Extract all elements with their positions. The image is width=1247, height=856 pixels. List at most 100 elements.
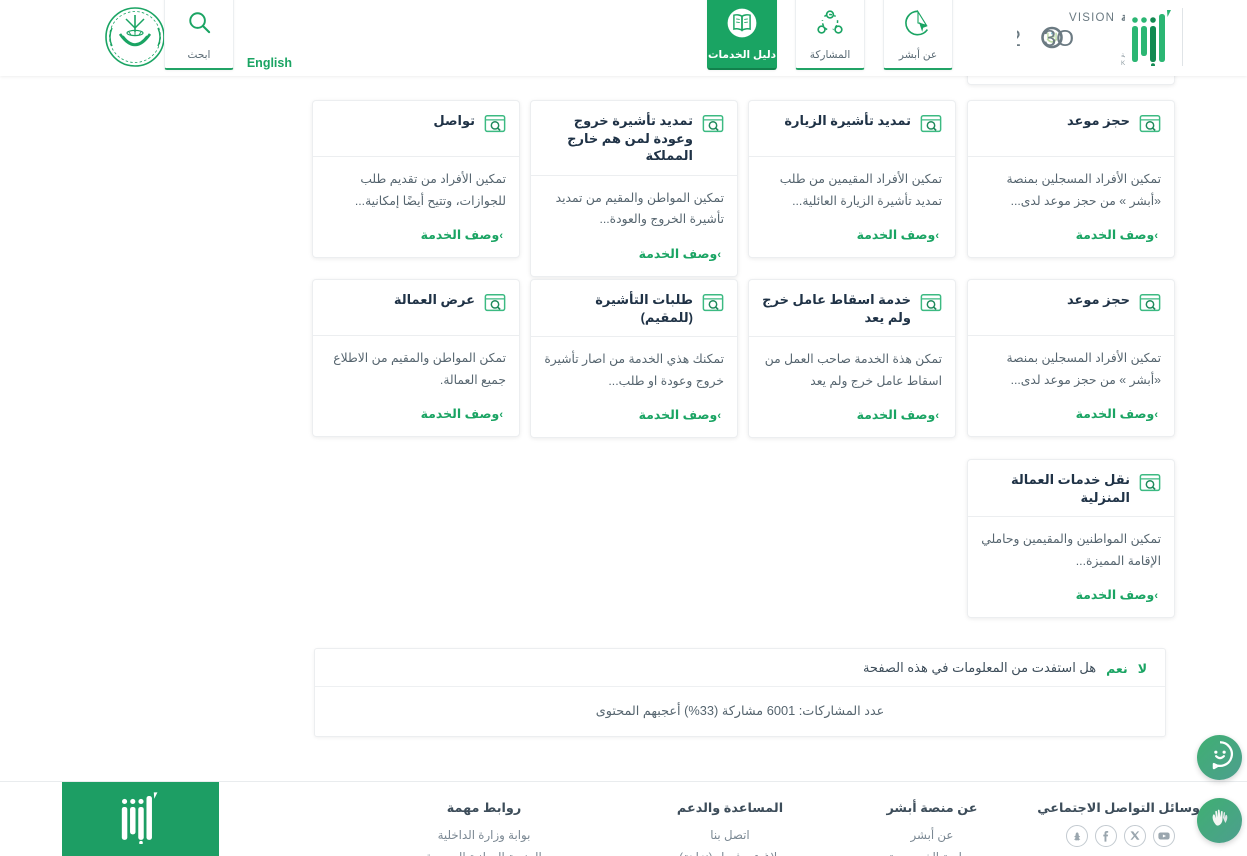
svg-text:VISION: VISION — [1069, 12, 1115, 24]
footer-column-help-support: المساعدة والدعم اتصل بنا بلاغ عن فساد (ن… — [660, 800, 800, 856]
service-description-link[interactable]: ›وصف الخدمة — [639, 247, 724, 261]
card-title: طلبات التأشيرة (للمقيم) — [595, 292, 693, 325]
service-description-link[interactable]: ›وصف الخدمة — [857, 228, 942, 242]
service-description-link[interactable]: ›وصف الخدمة — [1076, 228, 1161, 242]
chatbot-smiley-icon — [1204, 739, 1236, 776]
social-media-icons — [1040, 825, 1200, 847]
card-body: تمكين المواطن والمقيم من تمديد تأشيرة ال… — [531, 176, 737, 235]
service-card-extend-exit-reentry-abroad[interactable]: تمديد تأشيرة خروج وعودة لمن هم خارج المم… — [530, 100, 738, 277]
footer-column-title: عن منصة أبشر — [886, 800, 978, 815]
service-card-visa-requests-resident[interactable]: طلبات التأشيرة (للمقيم) تمكنك هذي الخدمة… — [530, 279, 738, 439]
card-link-wrap: ›وصف الخدمة — [313, 216, 519, 257]
survey-stats-text: عدد المشاركات: 6001 مشاركة (33%) أعجبهم … — [595, 703, 885, 718]
card-body: تمكين الأفراد المقيمين من طلب تمديد تأشي… — [749, 157, 955, 216]
service-card-drop-absent-worker[interactable]: خدمة اسقاط عامل خرج ولم يعد تمكن هذة الخ… — [748, 279, 956, 439]
nav-tab-about-absher-label: عن أبشر — [898, 49, 938, 62]
service-description-link[interactable]: ›وصف الخدمة — [639, 408, 724, 422]
window-search-icon — [1139, 472, 1161, 494]
site-header: ابحث English دليل الخدمات المشاركة عن أب… — [0, 0, 1247, 76]
absher-wordmark-logo — [1131, 8, 1183, 68]
chevron-left-icon: › — [1154, 409, 1158, 422]
nav-tab-services-guide[interactable]: دليل الخدمات — [707, 0, 777, 70]
card-link-wrap: ›وصف الخدمة — [968, 576, 1174, 617]
x-twitter-icon[interactable] — [1123, 825, 1146, 847]
nav-tab-participation[interactable]: المشاركة — [795, 0, 865, 70]
card-title: حجز موعد — [1066, 113, 1130, 128]
service-card-extend-visit-visa[interactable]: تمديد تأشيرة الزيارة تمكين الأفراد المقي… — [748, 100, 956, 259]
window-search-icon — [1139, 292, 1161, 314]
share-nodes-icon — [796, 0, 864, 50]
service-description-link[interactable]: ›وصف الخدمة — [421, 407, 506, 421]
service-card-transfer-domestic-labor[interactable]: نقل خدمات العمالة المنزلية تمكين المواطن… — [967, 459, 1175, 619]
chevron-left-icon: › — [499, 230, 503, 243]
footer-link[interactable]: المنصة الوطنية الموحدة — [414, 847, 554, 856]
card-link-wrap: ›وصف الخدمة — [749, 216, 955, 257]
absher-wordmark-logo-white — [120, 790, 162, 849]
service-card-appointment-booking-2[interactable]: حجز موعد تمكين الأفراد المسجلين بمنصة «أ… — [967, 279, 1175, 438]
card-header: تواصل — [313, 101, 519, 157]
card-body: تمكن المواطن والمقيم من الاطلاع جميع الع… — [313, 336, 519, 395]
search-tab[interactable]: ابحث — [164, 0, 234, 70]
footer-link[interactable]: بوابة وزارة الداخلية — [414, 825, 554, 847]
sign-language-fab[interactable]: لغة الإشارة — [1197, 798, 1242, 843]
youtube-icon[interactable] — [1152, 825, 1175, 847]
footer-absher-logo-block — [62, 782, 219, 856]
card-body: تمكين الأفراد المسجلين بمنصة «أبشر » من … — [968, 157, 1174, 216]
service-description-link[interactable]: ›وصف الخدمة — [1076, 588, 1161, 602]
chevron-left-icon: › — [717, 248, 721, 261]
window-search-icon — [484, 292, 506, 314]
chevron-left-icon: › — [935, 410, 939, 423]
service-description-link[interactable]: ›وصف الخدمة — [1076, 407, 1161, 421]
survey-yes-button[interactable]: نعم — [1106, 661, 1128, 676]
card-link-wrap: ›وصف الخدمة — [968, 395, 1174, 436]
card-description: تمكين الأفراد المقيمين من طلب تمديد تأشي… — [779, 172, 942, 208]
window-search-icon — [702, 292, 724, 314]
chevron-left-icon: › — [1154, 230, 1158, 243]
card-link-wrap: ›وصف الخدمة — [313, 395, 519, 436]
footer-column-about-absher: عن منصة أبشر عن أبشر سياسة الخصوصية — [862, 800, 1002, 856]
card-header: تمديد تأشيرة خروج وعودة لمن هم خارج المم… — [531, 101, 737, 176]
sign-language-hands-icon — [1206, 804, 1234, 837]
footer-link[interactable]: اتصل بنا — [660, 825, 800, 847]
vision-2030-logo: رؤيــــة VISION 2 3O المملكة العربية الس… — [1008, 6, 1206, 68]
footer-column-title: المساعدة والدعم — [676, 800, 784, 815]
service-card-appointment-booking[interactable]: حجز موعد تمكين الأفراد المسجلين بمنصة «أ… — [967, 100, 1175, 259]
svg-text:KINGDOM OF SAUDI ARABIA: KINGDOM OF SAUDI ARABIA — [1121, 60, 1125, 67]
service-description-link[interactable]: ›وصف الخدمة — [857, 408, 942, 422]
window-search-icon — [1139, 113, 1161, 135]
snapchat-icon[interactable] — [1065, 825, 1088, 847]
chevron-left-icon: › — [499, 409, 503, 422]
search-icon — [165, 0, 233, 50]
card-header: نقل خدمات العمالة المنزلية — [968, 460, 1174, 518]
search-tab-label: ابحث — [187, 49, 211, 62]
card-description: تمكن المواطن والمقيم من الاطلاع جميع الع… — [333, 351, 506, 387]
chevron-left-icon: › — [1154, 590, 1158, 603]
service-description-link[interactable]: ›وصف الخدمة — [421, 228, 506, 242]
card-title: خدمة اسقاط عامل خرج ولم يعد — [762, 292, 911, 325]
footer-link[interactable]: سياسة الخصوصية — [862, 847, 1002, 856]
saudi-ministry-interior-emblem — [104, 6, 166, 68]
language-switch-english[interactable]: English — [247, 56, 292, 70]
card-body: تمكين الأفراد المسجلين بمنصة «أبشر » من … — [968, 336, 1174, 395]
window-search-icon — [702, 113, 724, 135]
footer-column-title: روابط مهمة — [446, 800, 522, 815]
footer-link[interactable]: عن أبشر — [862, 825, 1002, 847]
svg-text:3O: 3O — [1043, 25, 1074, 51]
service-card-communicate[interactable]: تواصل تمكين الأفراد من تقديم طلب للجوازا… — [312, 100, 520, 259]
card-header: خدمة اسقاط عامل خرج ولم يعد — [749, 280, 955, 338]
facebook-icon[interactable] — [1094, 825, 1117, 847]
card-title: عرض العمالة — [393, 292, 475, 307]
footer-column-title: وسائل التواصل الاجتماعي — [1037, 800, 1200, 815]
card-description: تمكين المواطنين والمقيمين وحاملي الإقامة… — [981, 532, 1161, 568]
footer-link[interactable]: بلاغ عن فساد (نزاهة) — [660, 847, 800, 856]
card-header: تمديد تأشيرة الزيارة — [749, 101, 955, 157]
card-description: تمكين المواطن والمقيم من تمديد تأشيرة ال… — [555, 190, 724, 227]
survey-no-button[interactable]: لا — [1138, 661, 1147, 676]
card-body: تمكنك هذي الخدمة من اصار تأشيرة خروج وعو… — [531, 337, 737, 396]
card-header: عرض العمالة — [313, 280, 519, 336]
site-footer: وسائل التواصل الاجتماعي عن منصة أبشر عن … — [0, 781, 1247, 856]
nav-tab-about-absher[interactable]: عن أبشر — [883, 0, 953, 70]
page-root: إصدار تصريح تشغيل منشـ... ›وصف الخدمة حج… — [0, 0, 1247, 856]
service-card-view-labor[interactable]: عرض العمالة تمكن المواطن والمقيم من الاط… — [312, 279, 520, 438]
chatbot-fab[interactable]: المساعد الآلي — [1197, 735, 1242, 780]
